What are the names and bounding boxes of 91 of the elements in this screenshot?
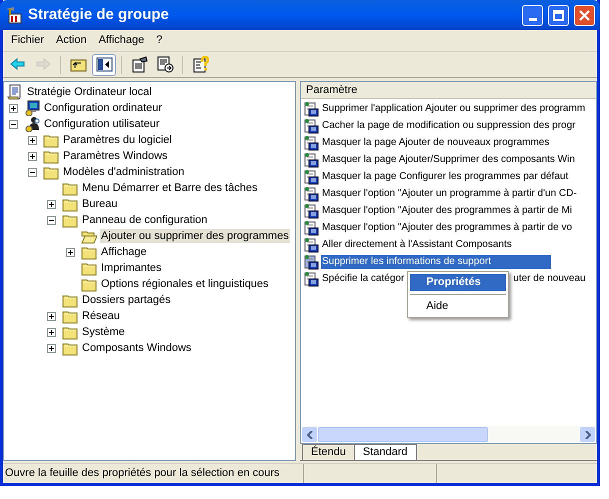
back-arrow-icon xyxy=(8,56,26,73)
policy-setting-icon xyxy=(303,270,319,286)
tree-item[interactable]: Paramètres Windows xyxy=(62,149,169,163)
menu-item[interactable]: ? xyxy=(150,30,168,51)
tree-item[interactable]: Affichage xyxy=(100,245,148,259)
menu-item[interactable]: Fichier xyxy=(5,30,50,51)
plus-icon xyxy=(49,346,54,350)
tree-item[interactable]: Imprimantes xyxy=(100,261,163,275)
expand-toggle[interactable] xyxy=(47,328,56,336)
plus-icon xyxy=(49,314,54,318)
list-item[interactable]: Aller directement à l'Assistant Composants xyxy=(321,238,513,252)
expand-toggle[interactable] xyxy=(28,152,37,160)
close-button[interactable] xyxy=(574,4,595,26)
list-item[interactable]: Masquer l'option "Ajouter des programmes à partir de vo xyxy=(321,220,574,234)
scroll-right-button[interactable] xyxy=(580,427,595,442)
policy-setting-icon xyxy=(303,152,319,168)
tree-item[interactable]: Ajouter ou supprimer des programmes xyxy=(100,229,290,243)
list-item[interactable]: Masquer l'option "Ajouter un programme à partir d'un CD- xyxy=(321,186,578,200)
tree-item[interactable]: Réseau xyxy=(81,309,121,323)
plus-icon xyxy=(49,202,54,206)
tree-item[interactable]: Bureau xyxy=(81,197,118,211)
list-item[interactable]: Cacher la page de modification ou suppression des progr xyxy=(321,118,576,132)
tree-pane-icon xyxy=(96,56,112,73)
status-text: Ouvre la feuille des propriétés pour la sélection en cours xyxy=(4,466,281,482)
tree-item[interactable]: Paramètres du logiciel xyxy=(62,133,173,147)
column-header[interactable]: Paramètre xyxy=(301,82,596,99)
menu-item[interactable]: Affichage xyxy=(92,30,150,51)
collapse-toggle[interactable] xyxy=(9,120,18,128)
minimize-icon xyxy=(528,18,536,20)
tree-item[interactable]: Menu Démarrer et Barre des tâches xyxy=(81,181,258,195)
properties-icon xyxy=(130,56,148,73)
scroll-left-button[interactable] xyxy=(302,427,317,442)
toolbar-button[interactable] xyxy=(92,54,116,76)
expand-toggle[interactable] xyxy=(47,200,56,208)
collapse-toggle[interactable] xyxy=(47,216,56,224)
tree-item[interactable]: Dossiers partagés xyxy=(81,293,172,307)
export-list-icon xyxy=(156,56,174,73)
plus-icon xyxy=(30,154,35,158)
plus-icon xyxy=(68,250,73,254)
plus-icon xyxy=(49,330,54,334)
policy-setting-icon xyxy=(303,100,319,116)
tree-item[interactable]: Composants Windows xyxy=(81,341,192,355)
list-item[interactable]: Spécifie la catégor xyxy=(321,272,406,286)
policy-setting-icon xyxy=(303,236,319,252)
user-icon xyxy=(24,116,40,132)
scroll-icon xyxy=(7,84,23,100)
tab[interactable]: Standard xyxy=(354,444,417,460)
menu-item[interactable]: Propriétés xyxy=(410,274,506,291)
expand-toggle[interactable] xyxy=(47,312,56,320)
policy-setting-icon xyxy=(303,168,319,184)
expand-toggle[interactable] xyxy=(9,104,18,112)
expand-toggle[interactable] xyxy=(28,136,37,144)
window-title: Stratégie de groupe xyxy=(28,4,170,25)
list-item[interactable]: Masquer la page Ajouter/Supprimer des composants Win xyxy=(321,152,576,166)
computer-icon xyxy=(24,100,40,116)
list-item[interactable]: Masquer la page Ajouter de nouveaux programmes xyxy=(321,136,550,150)
tree-item[interactable]: Modèles d'administration xyxy=(62,165,186,179)
tree-item[interactable]: Système xyxy=(81,325,126,339)
policy-setting-icon xyxy=(303,134,319,150)
scroll-thumb[interactable] xyxy=(318,427,488,442)
tree-item[interactable]: Panneau de configuration xyxy=(81,213,208,227)
minimize-button[interactable] xyxy=(522,4,543,26)
expand-toggle[interactable] xyxy=(47,344,56,352)
tree-item[interactable]: Configuration utilisateur xyxy=(43,117,161,131)
collapse-toggle[interactable] xyxy=(28,168,37,176)
plus-icon xyxy=(30,138,35,142)
list-item[interactable]: Supprimer l'application Ajouter ou supprimer des programm xyxy=(321,102,586,116)
policy-setting-icon xyxy=(303,118,319,134)
forward-arrow-icon xyxy=(34,56,52,73)
policy-setting-icon xyxy=(303,254,319,270)
policy-setting-icon xyxy=(303,186,319,202)
help-icon xyxy=(192,56,208,73)
menu-item[interactable]: Action xyxy=(50,30,93,51)
close-icon xyxy=(579,10,590,20)
tree-item[interactable]: Options régionales et linguistiques xyxy=(100,277,270,291)
maximize-icon xyxy=(553,10,564,20)
list-item[interactable]: Masquer la page Configurer les programmes par défaut xyxy=(321,170,570,184)
policy-setting-icon xyxy=(303,202,319,218)
menu-item[interactable]: Aide xyxy=(410,298,506,315)
tree-item[interactable]: Stratégie Ordinateur local xyxy=(26,85,153,99)
app-icon xyxy=(5,6,23,24)
list-item[interactable]: Supprimer les informations de support xyxy=(321,254,551,268)
plus-icon xyxy=(11,106,16,110)
list-item[interactable]: Masquer l'option "Ajouter des programmes à partir de Mi xyxy=(321,204,574,218)
horizontal-scrollbar[interactable] xyxy=(301,426,596,443)
list-item-text: uter de nouveau xyxy=(513,272,586,286)
maximize-button[interactable] xyxy=(548,4,569,26)
tab[interactable]: Étendu xyxy=(302,444,355,460)
expand-toggle[interactable] xyxy=(66,248,75,256)
policy-setting-icon xyxy=(303,220,319,236)
tree-item[interactable]: Configuration ordinateur xyxy=(43,101,164,115)
